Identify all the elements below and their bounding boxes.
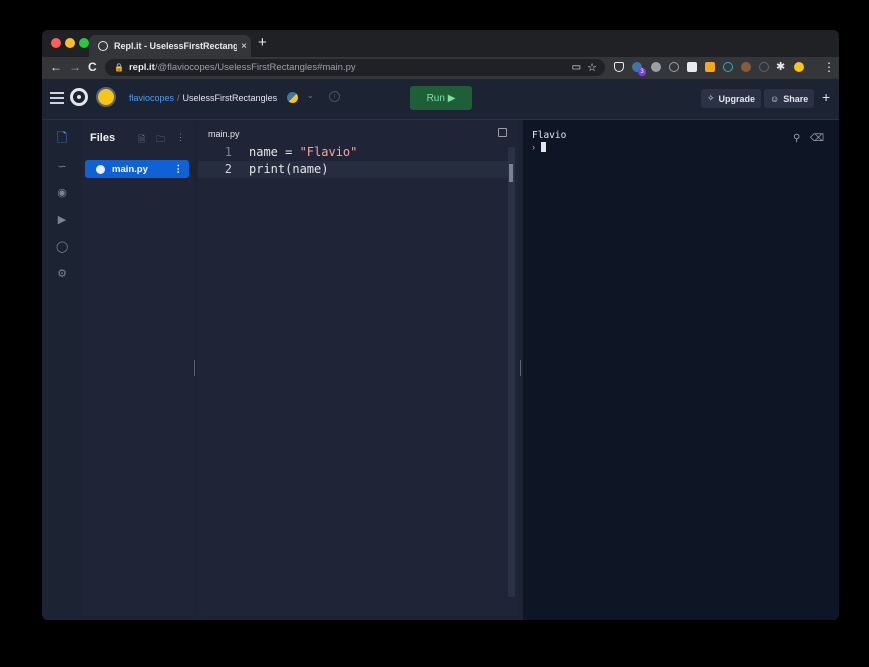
packages-icon[interactable]: ◉: [56, 187, 68, 199]
version-control-icon[interactable]: ∽: [56, 161, 68, 173]
editor-tab[interactable]: main.py: [208, 129, 240, 139]
project-name[interactable]: UselessFirstRectangles: [183, 93, 278, 103]
bookmark-star-icon[interactable]: ☆: [587, 61, 597, 74]
panel-resize-handle[interactable]: [194, 360, 195, 376]
share-button[interactable]: ☺ Share: [764, 89, 815, 108]
react-extension-icon[interactable]: [723, 62, 733, 72]
circle-extension-icon[interactable]: [669, 62, 679, 72]
files-panel: Files 🗎 🗀 ⋮ main.py ⋮: [82, 120, 193, 616]
back-icon[interactable]: ←: [50, 60, 62, 74]
close-window-button[interactable]: [51, 38, 61, 48]
console-output: Flavio: [532, 130, 567, 141]
brown-extension-icon[interactable]: [741, 62, 751, 72]
replit-logo-icon[interactable]: [70, 88, 88, 106]
browser-tab[interactable]: Repl.it - UselessFirstRectangles ×: [89, 35, 251, 57]
add-person-icon: ☺: [770, 93, 780, 104]
address-bar[interactable]: 🔒 repl.it /@flaviocopes/UselessFirstRect…: [105, 59, 605, 76]
database-icon[interactable]: ◯: [56, 241, 68, 253]
editor-scroll-thumb[interactable]: [509, 164, 513, 182]
forward-icon[interactable]: →: [69, 60, 81, 74]
panel-resize-handle[interactable]: [520, 360, 521, 376]
add-button[interactable]: +: [822, 89, 830, 105]
browser-tabstrip: Repl.it - UselessFirstRectangles × +: [42, 30, 839, 57]
console-panel[interactable]: Flavio › ⚲ ⌫: [523, 120, 839, 620]
console-cursor: [541, 142, 546, 152]
editor-scrollbar[interactable]: [508, 147, 515, 597]
url-path: /@flaviocopes/UselessFirstRectangles#mai…: [154, 62, 356, 73]
rocket-icon: ✧: [707, 93, 715, 103]
breadcrumb: flaviocopes / UselessFirstRectangles: [129, 93, 277, 103]
upgrade-button[interactable]: ✧ Upgrade: [701, 89, 762, 108]
settings-gear-icon[interactable]: ⚙: [56, 268, 68, 280]
share-label: Share: [783, 93, 809, 104]
code-editor[interactable]: main.py 1 name = "Flavio" 2 print(name): [198, 120, 518, 616]
url-host: repl.it: [128, 62, 155, 73]
line-number: 2: [224, 162, 232, 176]
search-icon[interactable]: ⚲: [793, 133, 800, 144]
new-folder-icon[interactable]: 🗀: [156, 132, 165, 148]
orange-extension-icon[interactable]: [705, 62, 715, 72]
python-file-icon: [96, 164, 105, 174]
info-extension-icon[interactable]: [759, 62, 769, 72]
code-line[interactable]: 1 name = "Flavio": [198, 144, 508, 161]
chevron-down-icon[interactable]: ⌄: [307, 91, 314, 100]
tab-close-icon[interactable]: ×: [237, 41, 251, 52]
line-number: 1: [224, 145, 232, 159]
run-button[interactable]: Run ▶: [410, 86, 472, 110]
files-icon[interactable]: 🗋: [56, 131, 68, 144]
browser-menu-icon[interactable]: ⋮: [823, 60, 835, 74]
shield-extension-icon[interactable]: [651, 62, 661, 72]
file-menu-icon[interactable]: ⋮: [174, 164, 184, 175]
python-language-icon: [287, 92, 298, 103]
reload-icon[interactable]: C: [88, 60, 97, 74]
upgrade-label: Upgrade: [718, 93, 756, 104]
maximize-window-button[interactable]: [79, 38, 89, 48]
line-code: name = "Flavio": [249, 145, 358, 159]
minimize-window-button[interactable]: [65, 38, 75, 48]
menu-hamburger-icon[interactable]: [50, 92, 64, 107]
files-menu-icon[interactable]: ⋮: [176, 132, 185, 143]
breadcrumb-separator: /: [177, 93, 180, 103]
new-tab-button[interactable]: +: [258, 34, 267, 51]
line-code: print(name): [249, 162, 329, 176]
file-item-main-py[interactable]: main.py ⋮: [85, 160, 189, 178]
clear-console-icon[interactable]: ⌫: [810, 133, 824, 144]
new-file-icon[interactable]: 🗎: [138, 132, 145, 148]
pocket-extension-icon[interactable]: [614, 62, 624, 72]
console-prompt: ›: [532, 142, 535, 152]
browser-toolbar: ← → C 🔒 repl.it /@flaviocopes/UselessFir…: [42, 57, 839, 79]
profile-avatar-icon[interactable]: [794, 62, 804, 72]
files-panel-title: Files: [90, 132, 116, 144]
notes-extension-icon[interactable]: [687, 62, 697, 72]
left-sidebar: 🗋 ∽ ◉ ▶ ◯ ⚙ ?: [42, 120, 82, 620]
cast-icon[interactable]: ▭: [572, 62, 581, 73]
file-name: main.py: [112, 163, 148, 175]
extension-badge: 3: [638, 68, 646, 76]
breadcrumb-user-link[interactable]: flaviocopes: [129, 93, 174, 103]
lock-icon: 🔒: [114, 63, 124, 72]
info-icon[interactable]: i: [329, 91, 340, 102]
debugger-icon[interactable]: ▶: [56, 214, 68, 226]
replit-favicon-icon: [98, 41, 108, 51]
avatar[interactable]: [96, 87, 116, 107]
tab-title: Repl.it - UselessFirstRectangles: [114, 41, 237, 51]
code-line-active[interactable]: 2 print(name): [198, 161, 508, 178]
repl-header: flaviocopes / UselessFirstRectangles ⌄ i R…: [42, 79, 839, 120]
puzzle-extensions-icon[interactable]: ✱: [776, 60, 785, 73]
browser-window: Repl.it - UselessFirstRectangles × + ← →…: [42, 30, 839, 620]
editor-options-icon[interactable]: [498, 128, 507, 137]
